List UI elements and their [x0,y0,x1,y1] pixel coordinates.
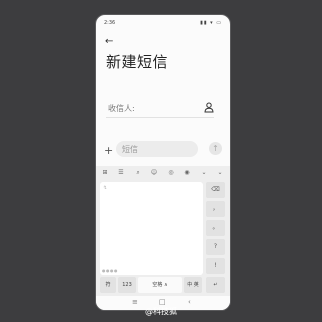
collapse-keyboard-icon[interactable]: ⌄ [216,169,224,177]
page-title: 新建短信 [106,53,169,71]
toolbar-skin-icon[interactable]: ⌄ [200,169,208,177]
toolbar-mic-icon[interactable]: ◎ [167,169,175,177]
keyboard-toolbar: ⊞ ☰ ⌕ ☺ ◎ ◉ ⌄ ⌄ [96,166,230,180]
back-arrow-icon[interactable]: ← [105,36,113,47]
status-icons: ▮▮ ▾ ▭ [200,20,222,26]
toolbar-grid-icon[interactable]: ⊞ [101,169,109,177]
lang-switch-key[interactable]: 中 英 [184,277,202,293]
recipient-field[interactable]: 收信人: [106,99,214,118]
status-bar: 2:36 ▮▮ ▾ ▭ [104,20,222,28]
compose-bar: + ↑ [104,141,222,159]
toolbar-search-icon[interactable]: ⌕ [134,169,142,177]
toolbar-emoji-icon[interactable]: ☺ [150,169,158,177]
symbol-key[interactable]: 符 [100,277,116,293]
watermark: @科技狐 [145,307,177,316]
enter-key[interactable]: ↵ [206,277,225,293]
handwriting-dots: ●●●● [102,268,118,273]
menu-icon[interactable]: ≡ [132,298,138,306]
send-icon[interactable]: ↑ [209,142,222,155]
number-key[interactable]: 123 [118,277,136,293]
handwriting-hint-icon: ↯ [103,185,108,191]
home-icon[interactable]: □ [159,298,166,306]
backspace-key[interactable]: ⌫ [206,182,225,198]
question-key[interactable]: ? [206,239,225,255]
message-input[interactable] [116,141,198,157]
comma-key[interactable]: ， [206,201,225,217]
toolbar-list-icon[interactable]: ☰ [117,169,125,177]
add-attachment-icon[interactable]: + [104,144,113,157]
exclaim-key[interactable]: ! [206,258,225,274]
period-key[interactable]: 。 [206,220,225,236]
keyboard-bottom-row: 符 123 空格 ∧ 中 英 ↵ [96,277,230,294]
person-icon[interactable] [204,102,214,113]
space-key[interactable]: 空格 ∧ [138,277,182,293]
toolbar-theme-icon[interactable]: ◉ [183,169,191,177]
handwriting-pad[interactable]: ↯ ●●●● [100,182,203,275]
recipient-label: 收信人: [108,104,135,113]
back-icon[interactable]: ‹ [188,298,191,306]
phone-screen: 2:36 ▮▮ ▾ ▭ ← 新建短信 收信人: + ↑ ⊞ ☰ ⌕ ☺ ◎ ◉ … [95,14,231,311]
keyboard: ⊞ ☰ ⌕ ☺ ◎ ◉ ⌄ ⌄ ↯ ●●●● ⌫ ， 。 ? ! 符 123 空… [96,166,230,296]
status-time: 2:36 [104,20,116,26]
